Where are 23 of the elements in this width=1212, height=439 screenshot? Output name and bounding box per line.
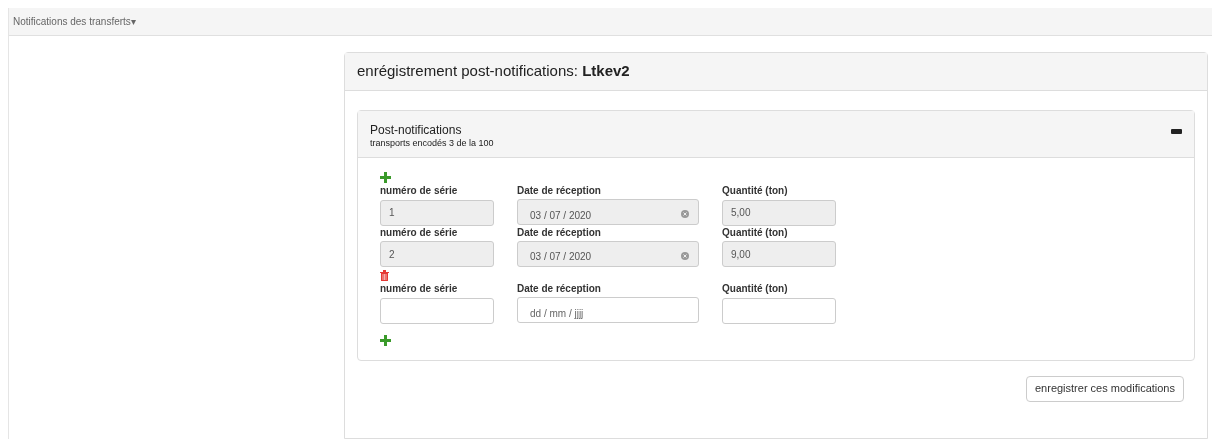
- navbar-menu[interactable]: Notifications des transferts▾: [13, 14, 136, 29]
- field-label: Quantité (ton): [722, 225, 789, 240]
- field-label: Date de réception: [517, 282, 602, 296]
- field-label: numéro de série: [380, 282, 459, 296]
- section-title: Post-notifications: [370, 123, 463, 137]
- trash-icon[interactable]: [380, 269, 389, 281]
- input-field[interactable]: [722, 297, 836, 324]
- save-button[interactable]: enregistrer ces modifications: [1026, 375, 1184, 402]
- field-label: Date de réception: [517, 184, 602, 198]
- add-icon[interactable]: [380, 171, 391, 183]
- field-label: Date de réception: [517, 225, 602, 240]
- collapse-icon[interactable]: [1171, 129, 1182, 134]
- clear-icon[interactable]: [681, 210, 689, 218]
- add-icon[interactable]: [380, 335, 391, 346]
- field-label: numéro de série: [380, 184, 459, 198]
- field-label: numéro de série: [380, 225, 459, 240]
- field-label: Quantité (ton): [722, 282, 789, 296]
- date-field[interactable]: dd / mm / jjjj: [517, 297, 699, 323]
- section-subtitle: transports encodés 3 de la 100: [370, 137, 494, 149]
- clear-icon[interactable]: [681, 251, 689, 260]
- field-label: Quantité (ton): [722, 184, 789, 198]
- input-field[interactable]: [380, 297, 494, 324]
- panel-title: enrégistrement post-notifications: Ltkev2: [357, 61, 630, 82]
